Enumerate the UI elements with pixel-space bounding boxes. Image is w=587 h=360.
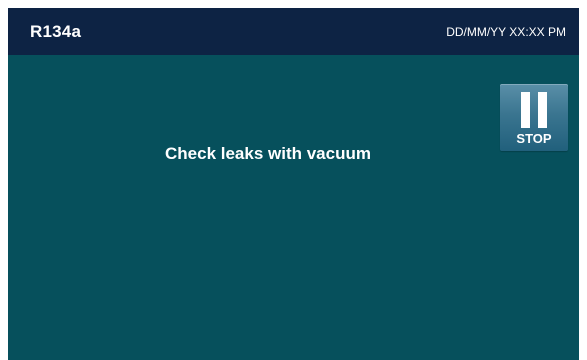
header-bar: R134a DD/MM/YY XX:XX PM bbox=[8, 8, 579, 55]
stop-button-label: STOP bbox=[516, 131, 552, 146]
date-time-display: DD/MM/YY XX:XX PM bbox=[446, 25, 566, 39]
stop-button[interactable]: STOP bbox=[500, 84, 568, 151]
pause-bar-left bbox=[521, 92, 530, 128]
pause-icon bbox=[520, 92, 548, 128]
refrigerant-title: R134a bbox=[30, 22, 82, 41]
screen: R134a DD/MM/YY XX:XX PM Check leaks with… bbox=[8, 8, 579, 360]
status-message: Check leaks with vacuum bbox=[165, 144, 371, 163]
pause-bar-right bbox=[538, 92, 547, 128]
